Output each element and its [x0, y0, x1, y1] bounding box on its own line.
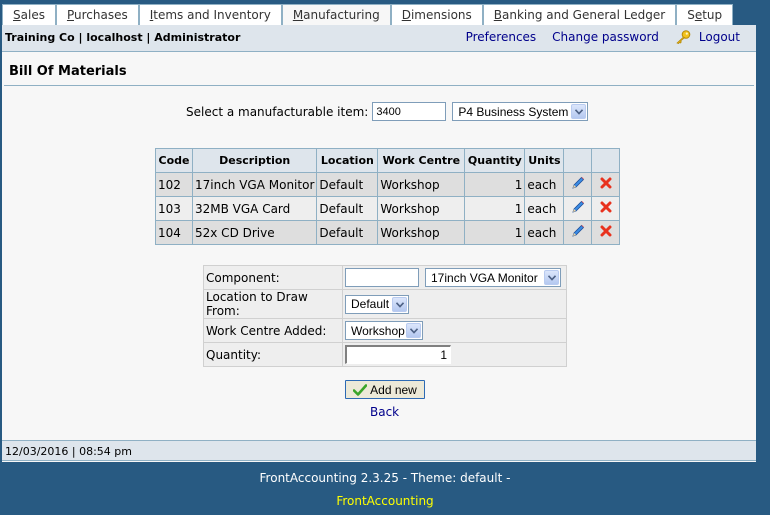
checkmark-icon [353, 383, 368, 396]
delete-button[interactable] [591, 220, 621, 245]
delete-x-icon [600, 177, 612, 189]
tab-setup[interactable]: Setup [676, 4, 734, 25]
quantity-input[interactable] [345, 345, 451, 364]
bom-header-row: Code Description Location Work Centre Qu… [155, 148, 621, 173]
table-row: 103 32MB VGA Card Default Workshop 1 eac… [155, 196, 621, 221]
delete-button[interactable] [591, 196, 621, 221]
location-label: Location to Draw From: [203, 289, 343, 319]
add-new-button[interactable]: Add new [345, 380, 425, 399]
edit-button[interactable] [563, 172, 593, 197]
col-description: Description [191, 148, 318, 173]
col-code: Code [155, 148, 193, 173]
add-component-form: Component: 17inch VGA Monitor Location t… [203, 265, 567, 367]
preferences-link[interactable]: Preferences [466, 30, 537, 44]
form-row-work-centre: Work Centre Added: Workshop [203, 318, 567, 343]
work-centre-select[interactable]: Workshop [345, 321, 423, 340]
table-row: 102 17inch VGA Monitor Default Workshop … [155, 172, 621, 197]
item-select-value: P4 Business System [458, 104, 569, 119]
component-select[interactable]: 17inch VGA Monitor [425, 268, 561, 287]
item-selector-label: Select a manufacturable item: [186, 104, 369, 119]
status-datetime: 12/03/2016 | 08:54 pm [5, 445, 132, 458]
location-select[interactable]: Default [345, 294, 409, 314]
location-select-value: Default [351, 297, 390, 311]
cell-work-centre: Workshop [377, 196, 466, 221]
cell-description: 52x CD Drive [191, 220, 318, 245]
col-location: Location [316, 148, 379, 173]
status-bar: 12/03/2016 | 08:54 pm [2, 440, 756, 461]
col-work-centre: Work Centre [377, 148, 466, 173]
delete-button[interactable] [591, 172, 621, 197]
tab-banking-and-general-ledger[interactable]: Banking and General Ledger [482, 4, 677, 25]
add-new-label: Add new [370, 382, 417, 397]
chevron-down-icon [571, 104, 587, 119]
form-row-component: Component: 17inch VGA Monitor [203, 265, 567, 290]
edit-button[interactable] [563, 220, 593, 245]
pencil-icon [572, 200, 584, 213]
cell-quantity: 1 [464, 172, 526, 197]
col-delete [591, 148, 621, 173]
tab-sales[interactable]: Sales [2, 4, 56, 25]
change-password-link[interactable]: Change password [552, 30, 659, 44]
item-selector-row: Select a manufacturable item: P4 Busines… [186, 102, 589, 121]
pencil-icon [572, 224, 584, 237]
tab-manufacturing[interactable]: Manufacturing [281, 4, 391, 27]
col-units: Units [524, 148, 565, 173]
key-icon [675, 30, 691, 45]
chevron-down-icon [392, 296, 407, 312]
work-centre-select-value: Workshop [351, 323, 405, 338]
bom-table: Code Description Location Work Centre Qu… [155, 148, 621, 245]
footer-version: FrontAccounting 2.3.25 - Theme: default … [259, 471, 511, 485]
main-panel: Training Co | localhost | Administrator … [2, 25, 756, 462]
tab-dimensions[interactable]: Dimensions [390, 4, 483, 25]
chevron-down-icon [406, 323, 421, 338]
form-row-location: Location to Draw From: Default [203, 289, 567, 319]
cell-description: 32MB VGA Card [191, 196, 318, 221]
component-select-value: 17inch VGA Monitor [431, 270, 538, 285]
cell-work-centre: Workshop [377, 220, 466, 245]
cell-code: 104 [155, 220, 193, 245]
cell-units: each [524, 196, 565, 221]
delete-x-icon [600, 201, 612, 213]
cell-quantity: 1 [464, 196, 526, 221]
work-centre-label: Work Centre Added: [203, 318, 343, 343]
cell-location: Default [316, 172, 379, 197]
cell-units: each [524, 172, 565, 197]
item-code-input[interactable] [372, 102, 447, 121]
component-label: Component: [203, 265, 343, 290]
quantity-label: Quantity: [203, 342, 343, 367]
col-quantity: Quantity [464, 148, 526, 173]
table-row: 104 52x CD Drive Default Workshop 1 each [155, 220, 621, 245]
cell-location: Default [316, 196, 379, 221]
back-link[interactable]: Back [370, 405, 399, 419]
logout-link[interactable]: Logout [699, 30, 740, 44]
cell-quantity: 1 [464, 220, 526, 245]
page-title: Bill Of Materials [4, 52, 754, 86]
col-edit [563, 148, 593, 173]
delete-x-icon [600, 225, 612, 237]
cell-code: 102 [155, 172, 193, 197]
cell-code: 103 [155, 196, 193, 221]
chevron-down-icon [544, 270, 559, 285]
cell-work-centre: Workshop [377, 172, 466, 197]
item-select[interactable]: P4 Business System [452, 102, 589, 121]
cell-location: Default [316, 220, 379, 245]
company-info: Training Co | localhost | Administrator [5, 31, 241, 44]
cell-description: 17inch VGA Monitor [191, 172, 318, 197]
pencil-icon [572, 176, 584, 189]
footer-link[interactable]: FrontAccounting [0, 494, 770, 508]
tab-items-and-inventory[interactable]: Items and Inventory [138, 4, 282, 25]
form-row-quantity: Quantity: [203, 342, 567, 367]
component-code-input[interactable] [345, 268, 419, 287]
cell-units: each [524, 220, 565, 245]
edit-button[interactable] [563, 196, 593, 221]
main-menu-tabs: Sales Purchases Items and Inventory Manu… [2, 4, 734, 27]
header-bar: Training Co | localhost | Administrator … [2, 25, 756, 52]
header-links: Preferences Change password Logout [450, 30, 740, 45]
tab-purchases[interactable]: Purchases [55, 4, 139, 25]
